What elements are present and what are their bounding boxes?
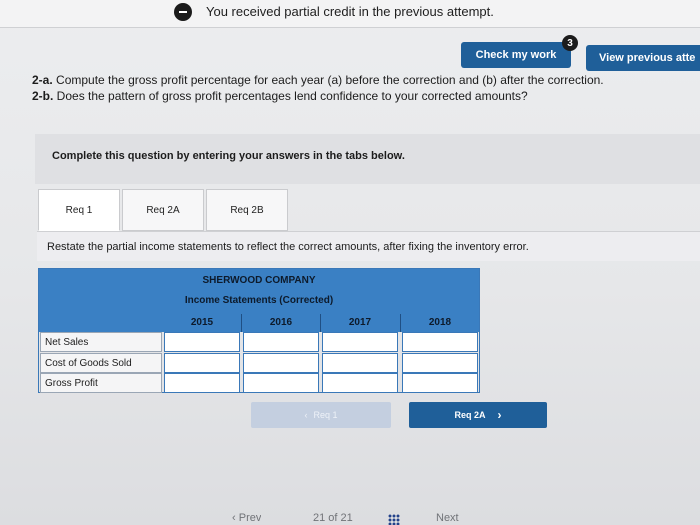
cogs-2017-input[interactable]	[322, 353, 398, 373]
year-header-2017: 2017	[348, 317, 372, 328]
row-label-net-sales: Net Sales	[40, 332, 162, 352]
gross-profit-2017-input[interactable]	[322, 373, 398, 393]
question-2b-number: 2-b.	[32, 89, 54, 103]
year-header-2018: 2018	[428, 317, 452, 328]
gross-profit-2018-input[interactable]	[402, 373, 478, 393]
prev-req-label: Req 1	[313, 410, 338, 420]
net-sales-2018-input[interactable]	[402, 332, 478, 352]
net-sales-2015-input[interactable]	[164, 332, 240, 352]
view-previous-attempt-button[interactable]: View previous atte	[586, 45, 700, 71]
chevron-right-icon: ›	[497, 408, 502, 422]
year-header-2016: 2016	[269, 317, 293, 328]
partial-credit-banner: You received partial credit in the previ…	[0, 0, 700, 28]
table-header: SHERWOOD COMPANY Income Statements (Corr…	[39, 269, 479, 332]
tab-req-2a[interactable]: Req 2A	[122, 189, 204, 231]
net-sales-2017-input[interactable]	[322, 332, 398, 352]
tab-req-1[interactable]: Req 1	[38, 189, 120, 231]
row-label-gross-profit: Gross Profit	[40, 373, 162, 393]
gross-profit-2016-input[interactable]	[243, 373, 319, 393]
year-header-2015: 2015	[190, 317, 214, 328]
statement-title: Income Statements (Corrected)	[184, 295, 334, 306]
footer-prev-label: Prev	[238, 512, 262, 524]
banner-text: You received partial credit in the previ…	[206, 4, 494, 19]
net-sales-2016-input[interactable]	[243, 332, 319, 352]
footer-next-label: Next	[436, 512, 459, 524]
footer-next-button[interactable]: Next	[436, 512, 459, 525]
chevron-left-icon: ‹	[232, 512, 239, 524]
instruction-text: Complete this question by entering your …	[52, 150, 405, 162]
company-name: SHERWOOD COMPANY	[202, 275, 316, 286]
cogs-2018-input[interactable]	[402, 353, 478, 373]
check-my-work-button[interactable]: Check my work	[461, 42, 571, 68]
tab-req-2b[interactable]: Req 2B	[206, 189, 288, 231]
row-label-cost-of-goods-sold: Cost of Goods Sold	[40, 353, 162, 373]
question-2a-number: 2-a.	[32, 73, 53, 87]
tab-content-instruction: Restate the partial income statements to…	[47, 241, 529, 253]
income-statement-table: SHERWOOD COMPANY Income Statements (Corr…	[38, 268, 480, 393]
minus-circle-icon	[174, 3, 192, 21]
grid-icon[interactable]	[388, 514, 400, 525]
question-2b: 2-b. Does the pattern of gross profit pe…	[32, 89, 528, 103]
footer-page-indicator: 21 of 21	[313, 512, 353, 524]
prev-req-button[interactable]: ‹ Req 1	[251, 402, 391, 428]
next-req-label: Req 2A	[454, 410, 486, 420]
footer-prev-button[interactable]: ‹ Prev	[232, 512, 261, 525]
question-2a: 2-a. Compute the gross profit percentage…	[32, 73, 604, 87]
next-req-button[interactable]: Req 2A ›	[409, 402, 547, 428]
chevron-left-icon: ‹	[304, 410, 308, 420]
question-2b-text: Does the pattern of gross profit percent…	[53, 89, 528, 103]
check-count-badge: 3	[562, 35, 578, 51]
cogs-2016-input[interactable]	[243, 353, 319, 373]
cogs-2015-input[interactable]	[164, 353, 240, 373]
gross-profit-2015-input[interactable]	[164, 373, 240, 393]
question-2a-text: Compute the gross profit percentage for …	[52, 73, 604, 87]
